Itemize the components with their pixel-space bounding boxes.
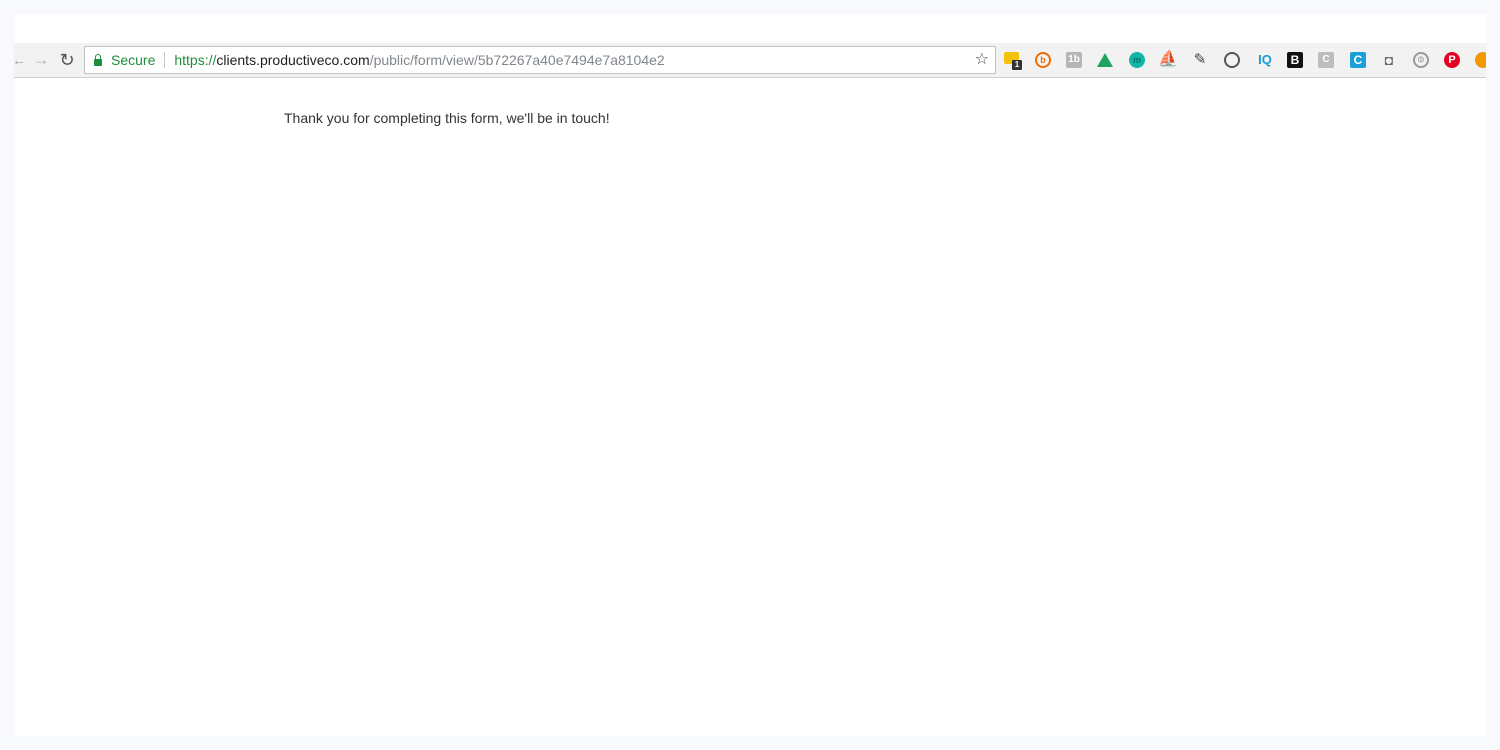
bookmark-star-icon[interactable]: ☆: [975, 49, 989, 69]
reload-icon: ↻: [59, 49, 75, 70]
thank-you-message: Thank you for completing this form, we'l…: [284, 110, 610, 126]
c-blue-extension-icon[interactable]: C: [1350, 52, 1366, 68]
sail-extension-icon[interactable]: ⛵: [1158, 52, 1178, 68]
reload-button[interactable]: ↻: [55, 43, 79, 77]
back-arrow-icon: ←: [14, 52, 24, 68]
url-path: /public/form/view/5b72267a40e7494e7a8104…: [369, 52, 665, 68]
forward-arrow-icon: →: [32, 50, 50, 69]
circle-logo-extension-icon[interactable]: [1224, 52, 1240, 68]
security-label[interactable]: Secure: [111, 52, 155, 68]
b-square-extension-icon[interactable]: B: [1287, 52, 1303, 68]
back-button[interactable]: ←: [14, 43, 24, 77]
teal-circle-extension-icon[interactable]: m: [1129, 52, 1145, 68]
url-scheme: https://: [174, 52, 217, 68]
browser-window: ← → ↻ Secure https://clients.productivec…: [14, 14, 1486, 736]
notes-extension-icon[interactable]: 1: [1004, 52, 1022, 70]
address-bar[interactable]: Secure https://clients.productiveco.com /…: [84, 46, 996, 74]
globe-extension-icon[interactable]: ⦶: [1413, 52, 1429, 68]
1b-extension-icon[interactable]: 1b: [1066, 52, 1082, 68]
b-circle-extension-icon[interactable]: b: [1035, 52, 1051, 68]
google-drive-icon[interactable]: [1097, 53, 1113, 67]
url-host: clients.productiveco.com: [216, 52, 370, 68]
address-divider: [164, 52, 166, 68]
eyedropper-icon[interactable]: ✎: [1192, 52, 1208, 68]
iq-extension-icon[interactable]: IQ: [1255, 52, 1275, 68]
extension-badge: 1: [1012, 60, 1022, 70]
camera-icon[interactable]: ◘: [1381, 52, 1397, 68]
orange-extension-icon[interactable]: [1475, 52, 1486, 68]
forward-button[interactable]: →: [29, 43, 53, 77]
browser-toolbar: ← → ↻ Secure https://clients.productivec…: [14, 43, 1486, 78]
c-gray-extension-icon[interactable]: C: [1318, 52, 1334, 68]
lock-icon: [94, 53, 102, 66]
pinterest-icon[interactable]: P: [1444, 52, 1460, 68]
